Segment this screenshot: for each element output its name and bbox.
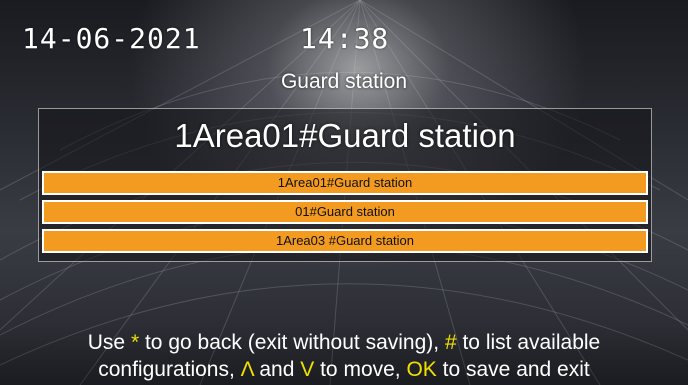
help-line-1: Use * to go back (exit without saving), … bbox=[0, 329, 688, 356]
help-text-part: to move, bbox=[314, 358, 407, 381]
help-text-part: to save and exit bbox=[436, 358, 590, 381]
list-key-label: # bbox=[444, 331, 457, 354]
down-key-label: V bbox=[300, 358, 315, 381]
help-text-part: to go back (exit without saving), bbox=[139, 331, 445, 354]
option-item[interactable]: 01#Guard station bbox=[42, 200, 648, 224]
option-item[interactable]: 1Area03 #Guard station bbox=[42, 229, 648, 253]
help-text: Use * to go back (exit without saving), … bbox=[0, 325, 688, 385]
time-display: 14:38 bbox=[300, 22, 390, 55]
selection-panel: 1Area01#Guard station 1Area01#Guard stat… bbox=[38, 108, 652, 262]
back-key-label: * bbox=[130, 331, 140, 354]
option-item[interactable]: 1Area01#Guard station bbox=[42, 171, 648, 195]
up-key-label: Λ bbox=[240, 358, 254, 381]
help-text-part: and bbox=[253, 358, 301, 381]
current-value: 1Area01#Guard station bbox=[174, 117, 516, 154]
ok-key-label: OK bbox=[406, 358, 437, 381]
status-bar: 14-06-2021 14:38 bbox=[0, 22, 688, 62]
page-title: Guard station bbox=[280, 70, 408, 93]
device-screen: 14-06-2021 14:38 Guard station 1Area01#G… bbox=[0, 0, 688, 385]
help-text-part: to list available bbox=[456, 331, 601, 354]
help-text-part: configurations, bbox=[98, 358, 241, 381]
help-text-part: Use bbox=[87, 331, 131, 354]
option-list: 1Area01#Guard station 01#Guard station 1… bbox=[42, 171, 648, 258]
help-line-2: configurations, Λ and V to move, OK to s… bbox=[0, 356, 688, 383]
date-display: 14-06-2021 bbox=[22, 22, 201, 55]
